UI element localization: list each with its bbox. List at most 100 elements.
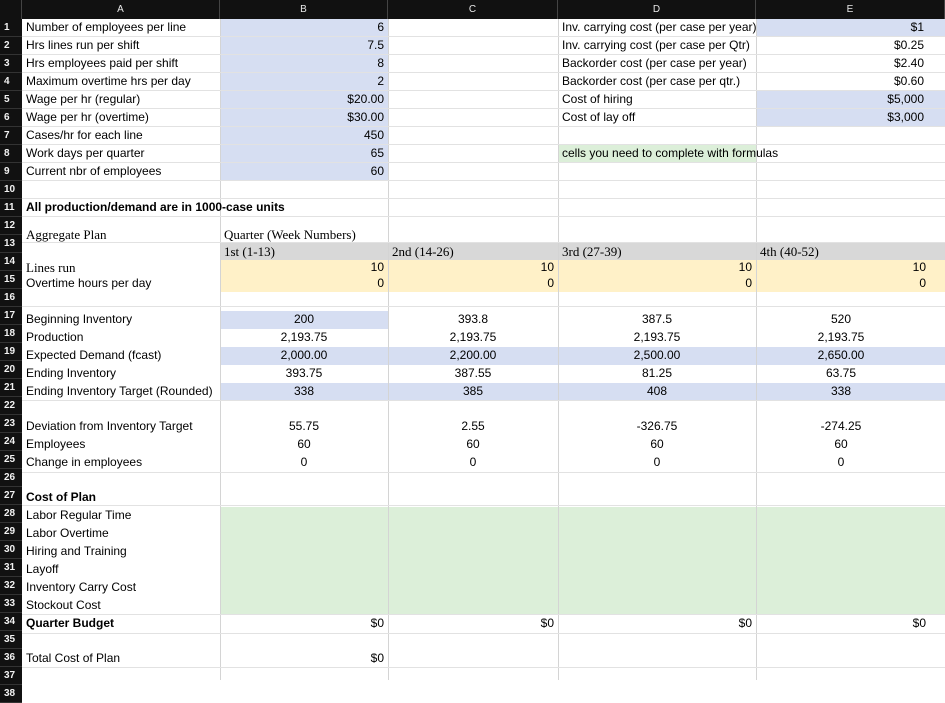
inventory-value[interactable]: 81.25	[558, 365, 756, 383]
quarter-budget-value[interactable]: $0	[558, 615, 756, 633]
employee-value[interactable]: 0	[756, 454, 926, 472]
overtime-value[interactable]: 0	[558, 275, 756, 293]
row-header[interactable]: 20	[0, 361, 22, 379]
quarter-budget-label[interactable]: Quarter Budget	[22, 615, 220, 633]
inventory-row-label[interactable]: Ending Inventory Target (Rounded)	[22, 383, 220, 401]
quarter-budget-value[interactable]: $0	[756, 615, 930, 633]
row-header[interactable]: 14	[0, 253, 22, 271]
cost-label[interactable]: Backorder cost (per case per year)	[558, 55, 756, 73]
employee-value[interactable]: -274.25	[756, 418, 926, 436]
param-label[interactable]: Wage per hr (regular)	[22, 91, 220, 109]
row-header[interactable]: 16	[0, 289, 22, 307]
inventory-value[interactable]: 2,200.00	[388, 347, 558, 365]
row-header[interactable]: 34	[0, 613, 22, 631]
cost-label[interactable]: Backorder cost (per case per qtr.)	[558, 73, 756, 91]
aggregate-plan-title[interactable]: Aggregate Plan	[22, 226, 220, 244]
employee-value[interactable]: 0	[220, 454, 388, 472]
inventory-value[interactable]: 387.55	[388, 365, 558, 383]
inventory-value[interactable]: 2,000.00	[220, 347, 388, 365]
param-value[interactable]: 65	[220, 145, 388, 163]
cost-label[interactable]: Cost of lay off	[558, 109, 756, 127]
param-value[interactable]: 450	[220, 127, 388, 145]
employee-value[interactable]: 55.75	[220, 418, 388, 436]
row-header[interactable]: 33	[0, 595, 22, 613]
param-label[interactable]: Hrs employees paid per shift	[22, 55, 220, 73]
param-value[interactable]: 60	[220, 163, 388, 181]
overtime-label[interactable]: Overtime hours per day	[22, 275, 220, 293]
row-header[interactable]: 24	[0, 433, 22, 451]
inventory-value[interactable]: 200	[220, 311, 388, 329]
employee-value[interactable]: 60	[220, 436, 388, 454]
inventory-value[interactable]: 338	[220, 383, 388, 401]
cost-plan-item[interactable]: Labor Overtime	[22, 525, 220, 543]
row-header[interactable]: 38	[0, 685, 22, 703]
row-header[interactable]: 6	[0, 109, 22, 127]
inventory-value[interactable]: 2,500.00	[558, 347, 756, 365]
corner-cell[interactable]	[0, 0, 22, 19]
row-header[interactable]: 2	[0, 37, 22, 55]
cost-value[interactable]: $5,000	[756, 91, 928, 109]
total-cost-value[interactable]: $0	[220, 650, 388, 668]
inventory-value[interactable]: 2,193.75	[756, 329, 926, 347]
row-header[interactable]: 25	[0, 451, 22, 469]
param-value[interactable]: 6	[220, 19, 388, 37]
cost-value[interactable]: $2.40	[756, 55, 928, 73]
cost-plan-item[interactable]: Hiring and Training	[22, 543, 220, 561]
inventory-row-label[interactable]: Ending Inventory	[22, 365, 220, 383]
param-label[interactable]: Wage per hr (overtime)	[22, 109, 220, 127]
employee-row-label[interactable]: Employees	[22, 436, 220, 454]
param-value[interactable]: $20.00	[220, 91, 388, 109]
row-header[interactable]: 31	[0, 559, 22, 577]
row-header[interactable]: 23	[0, 415, 22, 433]
inventory-value[interactable]: 393.8	[388, 311, 558, 329]
row-header[interactable]: 30	[0, 541, 22, 559]
row-header[interactable]: 9	[0, 163, 22, 181]
row-header[interactable]: 27	[0, 487, 22, 505]
inventory-value[interactable]: 63.75	[756, 365, 926, 383]
inventory-value[interactable]: 393.75	[220, 365, 388, 383]
cost-value[interactable]: $0.25	[756, 37, 928, 55]
cost-plan-title[interactable]: Cost of Plan	[22, 489, 220, 507]
param-value[interactable]: $30.00	[220, 109, 388, 127]
row-header[interactable]: 17	[0, 307, 22, 325]
row-header[interactable]: 11	[0, 199, 22, 217]
inventory-row-label[interactable]: Expected Demand (fcast)	[22, 347, 220, 365]
row-header[interactable]: 29	[0, 523, 22, 541]
overtime-value[interactable]: 0	[388, 275, 558, 293]
employee-value[interactable]: 60	[388, 436, 558, 454]
column-header-e[interactable]: E	[756, 0, 945, 19]
inventory-value[interactable]: 408	[558, 383, 756, 401]
inventory-value[interactable]: 2,193.75	[220, 329, 388, 347]
param-label[interactable]: Hrs lines run per shift	[22, 37, 220, 55]
employee-value[interactable]: 60	[558, 436, 756, 454]
param-value[interactable]: 2	[220, 73, 388, 91]
column-header-c[interactable]: C	[388, 0, 558, 19]
inventory-value[interactable]: 2,193.75	[558, 329, 756, 347]
units-note[interactable]: All production/demand are in 1000-case u…	[22, 199, 352, 217]
column-header-b[interactable]: B	[220, 0, 388, 19]
cost-value[interactable]: $0.60	[756, 73, 928, 91]
inventory-value[interactable]: 385	[388, 383, 558, 401]
cost-label[interactable]: Inv. carrying cost (per case per year)	[558, 19, 757, 37]
param-label[interactable]: Current nbr of employees	[22, 163, 220, 181]
param-label[interactable]: Number of employees per line	[22, 19, 220, 37]
cost-plan-item[interactable]: Inventory Carry Cost	[22, 579, 220, 597]
row-header[interactable]: 5	[0, 91, 22, 109]
employee-value[interactable]: 0	[558, 454, 756, 472]
cost-label[interactable]: Cost of hiring	[558, 91, 756, 109]
param-value[interactable]: 7.5	[220, 37, 388, 55]
param-label[interactable]: Work days per quarter	[22, 145, 220, 163]
overtime-value[interactable]: 0	[220, 275, 388, 293]
quarter-header[interactable]: Quarter (Week Numbers)	[220, 226, 388, 244]
cost-plan-item[interactable]: Layoff	[22, 561, 220, 579]
employee-value[interactable]: 0	[388, 454, 558, 472]
row-header[interactable]: 7	[0, 127, 22, 145]
row-header[interactable]: 19	[0, 343, 22, 361]
cost-plan-item[interactable]: Labor Regular Time	[22, 507, 220, 525]
row-header[interactable]: 18	[0, 325, 22, 343]
employee-value[interactable]: -326.75	[558, 418, 756, 436]
employee-row-label[interactable]: Deviation from Inventory Target	[22, 418, 220, 436]
row-header[interactable]: 15	[0, 271, 22, 289]
column-header-d[interactable]: D	[558, 0, 756, 19]
row-header[interactable]: 13	[0, 235, 22, 253]
